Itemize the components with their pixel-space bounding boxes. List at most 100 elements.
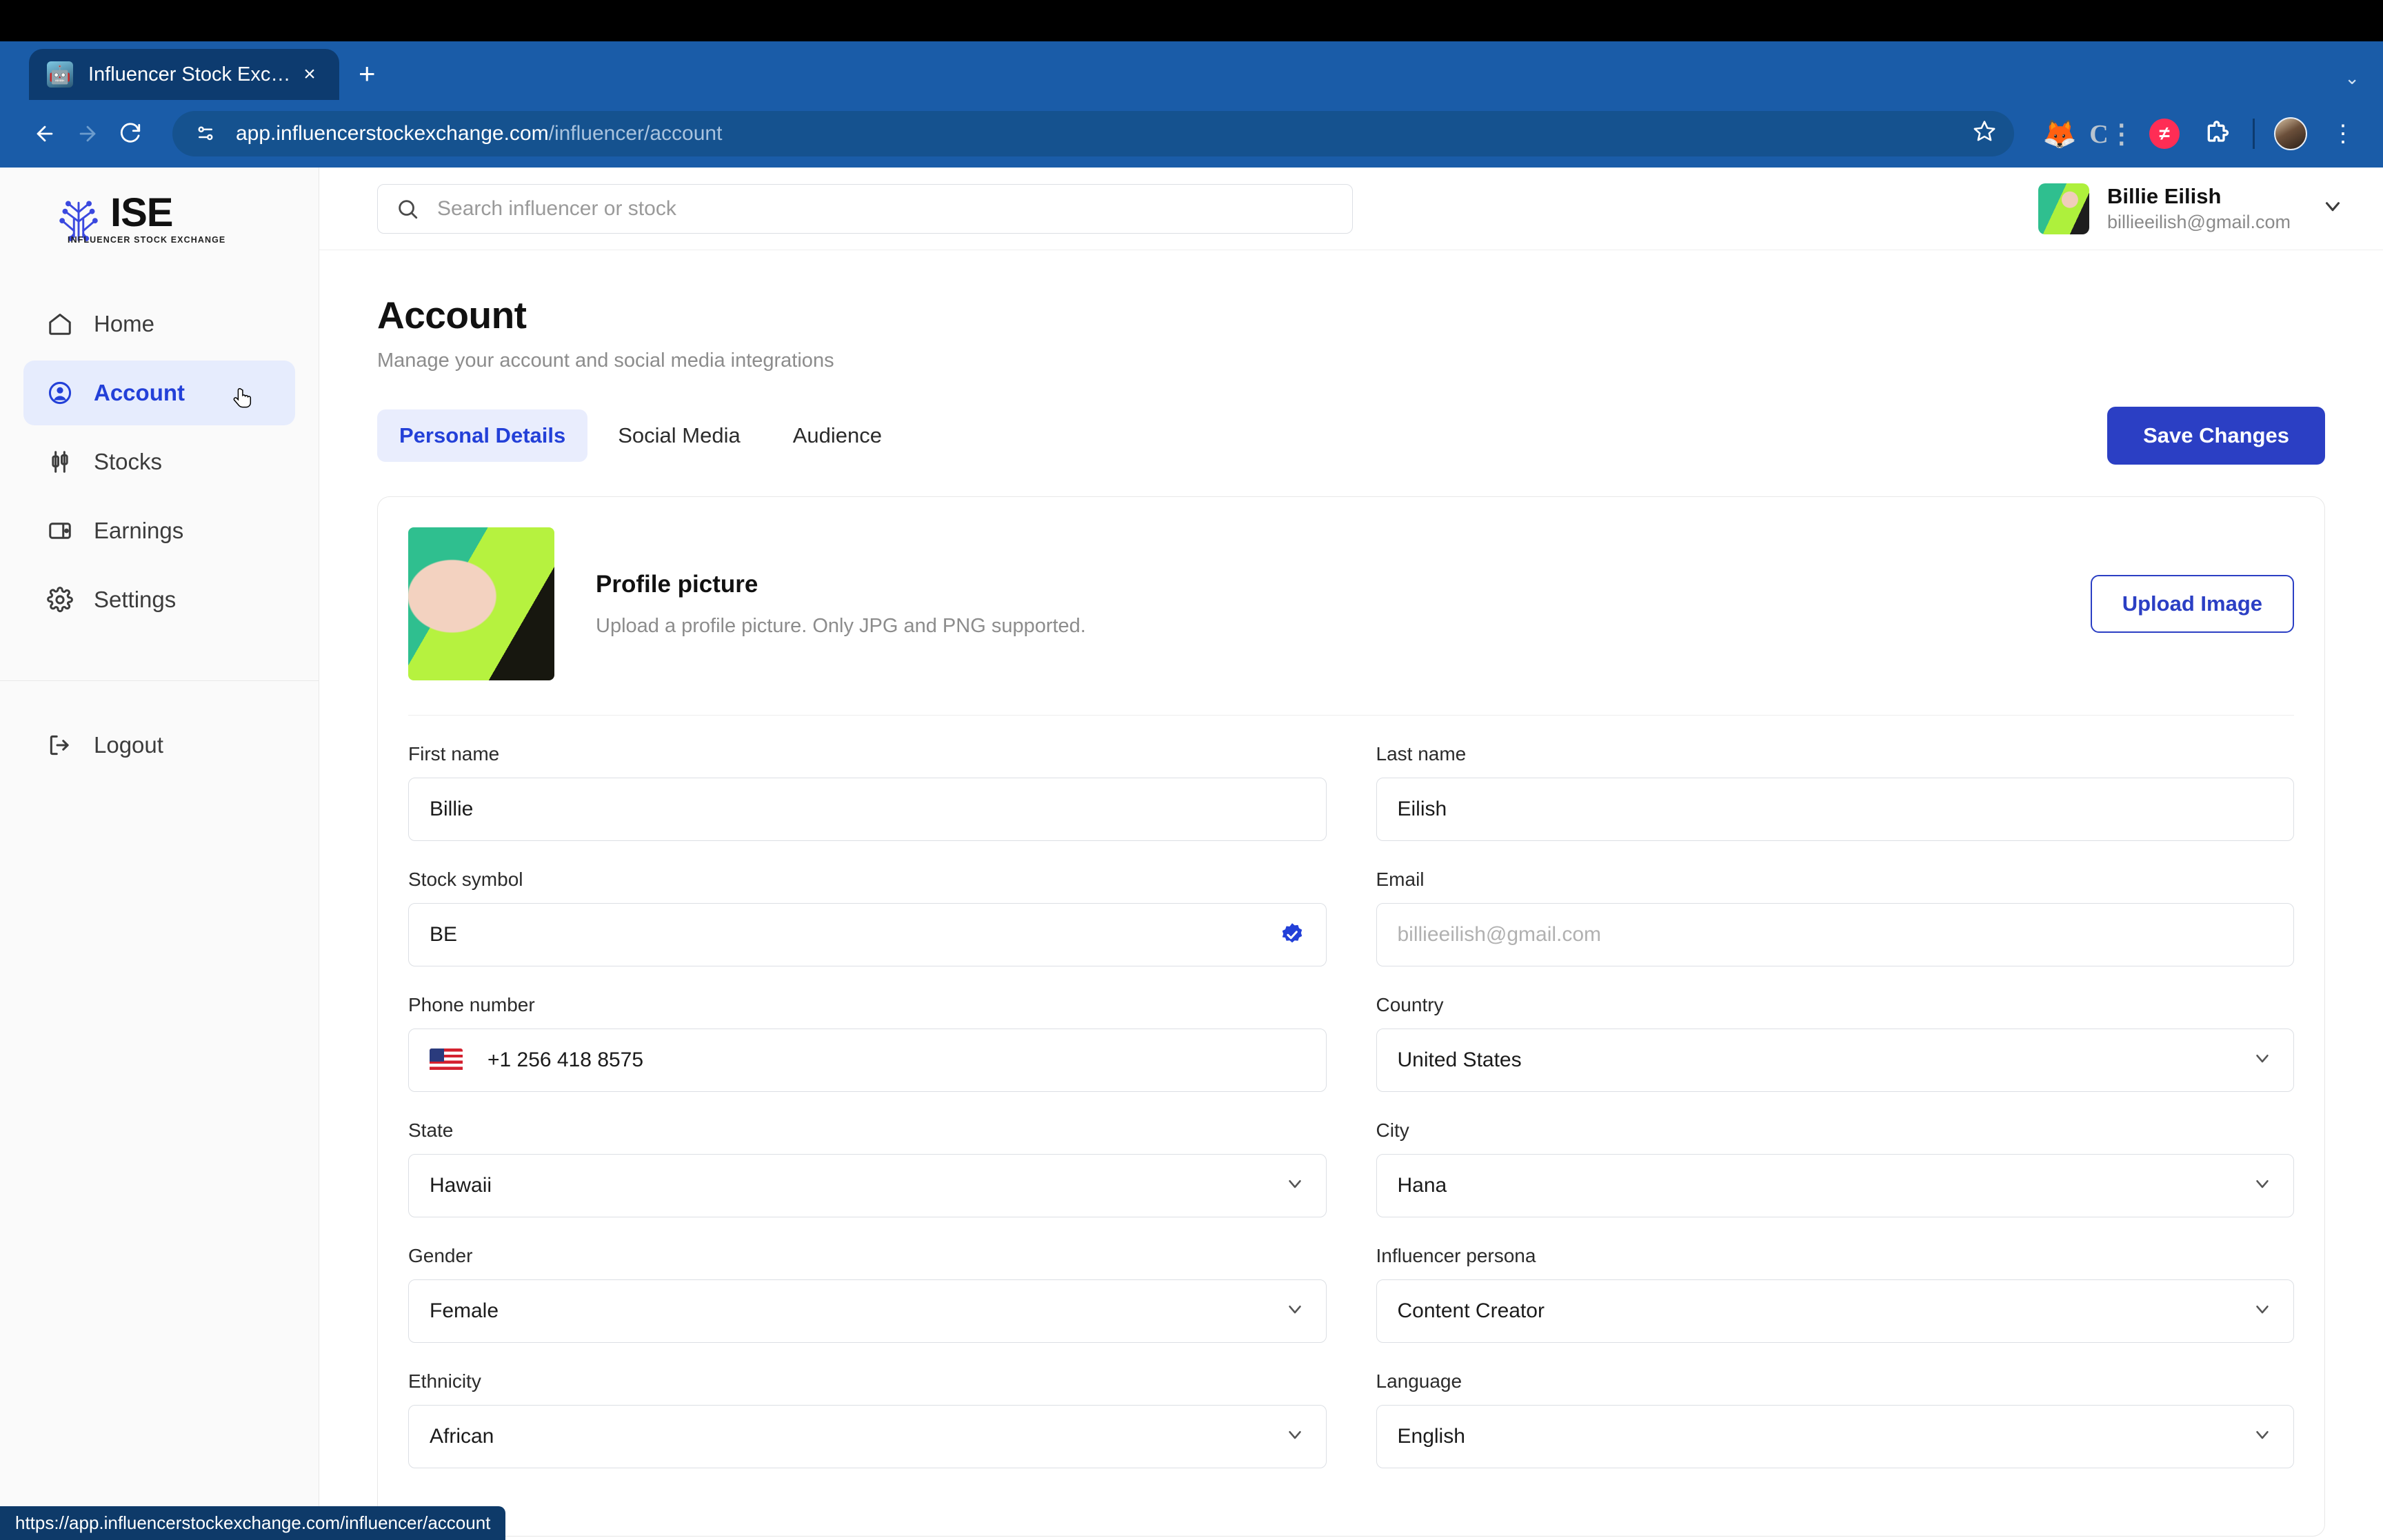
influencer-persona-value: Content Creator (1397, 1299, 1545, 1322)
ethnicity-select[interactable]: African (408, 1405, 1327, 1468)
us-flag-icon[interactable] (430, 1048, 463, 1072)
city-value: Hana (1397, 1174, 1447, 1197)
personal-details-form: First name Last name (408, 743, 2294, 1496)
logout-icon (50, 735, 69, 756)
personal-details-card: Profile picture Upload a profile picture… (377, 496, 2325, 1537)
field-label: State (408, 1119, 454, 1141)
field-label: Last name (1376, 743, 1467, 764)
field-last-name: Last name (1376, 743, 2294, 841)
app-logo-subtitle: INFLUENCER STOCK EXCHANGE (68, 234, 226, 245)
page-content: ISE INFLUENCER STOCK EXCHANGE Home Accou… (0, 168, 2383, 1540)
sidebar-item-earnings[interactable]: Earnings (23, 498, 295, 563)
url-host: app.influencerstockexchange.com (236, 122, 549, 145)
last-name-input[interactable] (1397, 798, 2273, 821)
chevron-down-icon[interactable] (2321, 194, 2344, 223)
chevron-down-icon[interactable] (1285, 1299, 1305, 1324)
browser-tab-title: Influencer Stock Exchange (88, 63, 291, 85)
search-box[interactable] (377, 183, 1353, 234)
browser-tab-strip: 🤖 Influencer Stock Exchange × + ⌄ (0, 41, 2383, 100)
field-label: Stock symbol (408, 869, 523, 890)
profile-picture-preview (408, 527, 554, 680)
url-path: /influencer/account (548, 122, 723, 145)
chevron-down-icon[interactable] (2252, 1173, 2273, 1199)
sidebar-item-account[interactable]: Account (23, 361, 295, 425)
robot-icon: 🤖 (47, 61, 73, 88)
status-bar: https://app.influencerstockexchange.com/… (0, 1506, 506, 1540)
field-email: Email (1376, 869, 2294, 966)
email-field[interactable] (1397, 923, 2273, 946)
tab-personal-details[interactable]: Personal Details (377, 409, 588, 462)
field-label: First name (408, 743, 500, 764)
field-label: City (1376, 1119, 1409, 1141)
chevron-down-icon[interactable] (2252, 1424, 2273, 1450)
gear-icon (47, 587, 73, 613)
page-info-icon[interactable] (190, 119, 221, 149)
chevron-down-icon[interactable] (1285, 1173, 1305, 1199)
field-language: Language English (1376, 1370, 2294, 1468)
state-select[interactable]: Hawaii (408, 1154, 1327, 1217)
close-icon[interactable]: × (298, 63, 321, 86)
sidebar-item-settings[interactable]: Settings (23, 567, 295, 632)
user-name: Billie Eilish (2107, 184, 2222, 208)
new-tab-button[interactable]: + (359, 57, 376, 90)
forward-icon[interactable] (66, 112, 109, 155)
metamask-extension-icon[interactable]: 🦊 (2042, 117, 2077, 150)
chrome-menu-icon[interactable]: ⋮ (2326, 117, 2360, 150)
app-topbar: Billie Eilish billieeilish@gmail.com (319, 168, 2383, 250)
sidebar-item-label: Account (94, 380, 185, 405)
search-input[interactable] (437, 196, 1334, 221)
sidebar-item-label: Home (94, 311, 155, 336)
sidebar-item-home[interactable]: Home (23, 292, 295, 356)
wallet-icon (49, 523, 71, 539)
stock-symbol-input-wrap[interactable] (408, 903, 1327, 966)
browser-tab[interactable]: 🤖 Influencer Stock Exchange × (29, 49, 339, 100)
tab-audience[interactable]: Audience (771, 409, 904, 462)
last-name-input-wrap[interactable] (1376, 778, 2294, 841)
tab-social-media[interactable]: Social Media (596, 409, 762, 462)
bookmark-star-icon[interactable] (1973, 119, 1996, 148)
profile-picture-description: Upload a profile picture. Only JPG and P… (596, 614, 1086, 637)
phone-input-wrap[interactable] (408, 1029, 1327, 1092)
candlestick-icon (52, 451, 68, 473)
influencer-persona-select[interactable]: Content Creator (1376, 1279, 2294, 1343)
user-email: billieeilish@gmail.com (2107, 212, 2291, 232)
chevron-down-icon[interactable] (1285, 1424, 1305, 1450)
stock-symbol-input[interactable] (430, 923, 1279, 946)
country-select[interactable]: United States (1376, 1029, 2294, 1092)
sidebar-item-stocks[interactable]: Stocks (23, 429, 295, 494)
profile-picture-title: Profile picture (596, 570, 758, 598)
sidebar-item-logout[interactable]: Logout (23, 713, 295, 778)
app-logo-text: ISE (110, 190, 174, 236)
phone-number-input[interactable] (487, 1048, 1305, 1072)
sidebar-nav: Home Account Stocks Earnings Settings (0, 276, 319, 632)
field-stock-symbol: Stock symbol (408, 869, 1327, 966)
chevron-down-icon[interactable] (2252, 1048, 2273, 1073)
language-select[interactable]: English (1376, 1405, 2294, 1468)
save-changes-button[interactable]: Save Changes (2107, 407, 2325, 465)
reload-icon[interactable] (109, 112, 152, 155)
city-select[interactable]: Hana (1376, 1154, 2294, 1217)
tabs-row: Personal Details Social Media Audience S… (377, 407, 2325, 465)
colon-c-extension-icon[interactable]: C⋮ (2089, 117, 2134, 150)
first-name-input[interactable] (430, 798, 1305, 821)
card-divider (408, 715, 2294, 716)
field-label: Country (1376, 994, 1444, 1015)
upload-image-button[interactable]: Upload Image (2090, 575, 2294, 633)
chevron-down-icon[interactable]: ⌄ (2344, 68, 2360, 89)
gender-select[interactable]: Female (408, 1279, 1327, 1343)
address-bar-url: app.influencerstockexchange.com/influenc… (236, 122, 722, 145)
field-state: State Hawaii (408, 1119, 1327, 1217)
pink-extension-icon[interactable]: ≠ (2148, 117, 2181, 150)
back-icon[interactable] (23, 112, 66, 155)
language-value: English (1397, 1425, 1465, 1448)
chevron-down-icon[interactable] (2252, 1299, 2273, 1324)
profile-avatar-icon[interactable] (2274, 117, 2307, 150)
first-name-input-wrap[interactable] (408, 778, 1327, 841)
user-circle-icon (48, 381, 72, 405)
app-logo[interactable]: ISE INFLUENCER STOCK EXCHANGE (0, 168, 319, 276)
user-menu[interactable]: Billie Eilish billieeilish@gmail.com (2038, 183, 2344, 234)
address-bar[interactable]: app.influencerstockexchange.com/influenc… (172, 111, 2014, 156)
extensions-puzzle-icon[interactable] (2200, 117, 2233, 150)
email-input-wrap[interactable] (1376, 903, 2294, 966)
page-subtitle: Manage your account and social media int… (377, 349, 834, 372)
